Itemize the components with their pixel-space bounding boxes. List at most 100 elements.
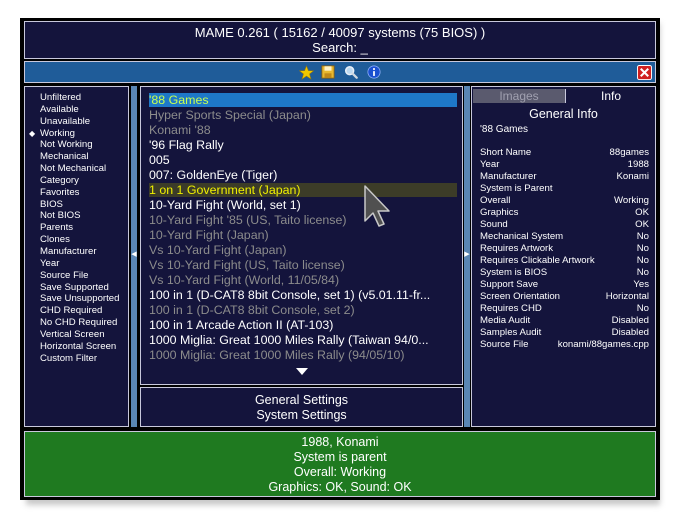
filter-item[interactable]: ◆ Working bbox=[25, 128, 128, 140]
info-row-key: Year bbox=[480, 159, 500, 170]
collapse-left-icon[interactable]: ◀ bbox=[131, 250, 137, 258]
filter-panel: Unfiltered Available Unavailable ◆ Working No… bbox=[24, 86, 129, 427]
game-list-item[interactable]: Vs 10-Yard Fight (US, Taito license) bbox=[149, 258, 457, 272]
filter-item[interactable]: Clones bbox=[25, 234, 128, 246]
filter-item[interactable]: Category bbox=[25, 175, 128, 187]
info-row-value: No bbox=[636, 303, 649, 314]
filter-item[interactable]: Not Mechanical bbox=[25, 163, 128, 175]
info-row-key: Samples Audit bbox=[480, 327, 542, 338]
filter-item-label: CHD Required bbox=[40, 305, 103, 317]
info-row-value: No bbox=[636, 267, 649, 278]
settings-panel: General Settings System Settings bbox=[140, 387, 463, 427]
save-icon[interactable] bbox=[320, 64, 336, 80]
game-list-item[interactable]: Vs 10-Yard Fight (World, 11/05/84) bbox=[149, 273, 457, 287]
game-list-item[interactable]: Konami '88 bbox=[149, 123, 457, 137]
game-list-item[interactable]: 007: GoldenEye (Tiger) bbox=[149, 168, 457, 182]
filter-item[interactable]: Custom Filter bbox=[25, 353, 128, 365]
info-row-value: Working bbox=[613, 195, 649, 206]
app-title: MAME 0.261 ( 15162 / 40097 systems (75 B… bbox=[194, 25, 486, 40]
filter-item[interactable]: Horizontal Screen bbox=[25, 341, 128, 353]
info-row-value: Disabled bbox=[611, 327, 649, 338]
filter-item[interactable]: No CHD Required bbox=[25, 317, 128, 329]
filter-item[interactable]: Parents bbox=[25, 222, 128, 234]
info-row: Manufacturer Konami bbox=[480, 171, 649, 183]
filter-item-label: Parents bbox=[40, 222, 74, 234]
info-icon[interactable] bbox=[366, 64, 382, 80]
general-settings-button[interactable]: General Settings bbox=[141, 388, 462, 408]
game-list-item[interactable]: 100 in 1 (D-CAT8 8bit Console, set 2) bbox=[149, 303, 457, 317]
right-splitter[interactable]: ▶ bbox=[464, 86, 470, 427]
scroll-down-icon[interactable] bbox=[296, 368, 308, 375]
info-row: Source File konami/88games.cpp bbox=[480, 339, 649, 351]
info-row-key: Short Name bbox=[480, 147, 532, 158]
star-icon[interactable] bbox=[298, 64, 314, 80]
filter-item[interactable]: Save Unsupported bbox=[25, 293, 128, 305]
info-row-key: Graphics bbox=[480, 207, 519, 218]
game-list-item[interactable]: 10-Yard Fight '85 (US, Taito license) bbox=[149, 213, 457, 227]
game-list-item[interactable]: 1 on 1 Government (Japan) bbox=[149, 183, 457, 197]
filter-item[interactable]: Not Working bbox=[25, 139, 128, 151]
filter-item-label: BIOS bbox=[40, 198, 63, 210]
collapse-right-icon[interactable]: ▶ bbox=[464, 250, 470, 258]
filter-item-label: Vertical Screen bbox=[40, 328, 105, 340]
filter-item-label: Unfiltered bbox=[40, 92, 82, 103]
info-panel: Images Info General Info '88 Games Short… bbox=[471, 86, 656, 427]
game-list-item[interactable]: 005 bbox=[149, 153, 457, 167]
filter-item[interactable]: Not BIOS bbox=[25, 210, 128, 222]
filter-item[interactable]: Unavailable bbox=[25, 116, 128, 128]
game-list-item[interactable]: 100 in 1 (D-CAT8 8bit Console, set 1) (v… bbox=[149, 288, 457, 302]
search-field[interactable]: Search: _ bbox=[25, 40, 655, 56]
filter-item-label: Clones bbox=[40, 234, 70, 246]
close-icon[interactable] bbox=[636, 64, 652, 80]
filter-item-label: Manufacturer bbox=[40, 245, 97, 257]
active-filter-icon: ◆ bbox=[29, 128, 36, 138]
filter-item[interactable]: Favorites bbox=[25, 187, 128, 199]
info-row: Year 1988 bbox=[480, 159, 649, 171]
game-list-item[interactable]: 10-Yard Fight (Japan) bbox=[149, 228, 457, 242]
system-settings-button[interactable]: System Settings bbox=[141, 408, 462, 423]
info-row-key: System is Parent bbox=[480, 183, 553, 194]
game-list-item[interactable]: 100 in 1 Arcade Action II (AT-103) bbox=[149, 318, 457, 332]
filter-item[interactable]: Manufacturer bbox=[25, 246, 128, 258]
header-panel: MAME 0.261 ( 15162 / 40097 systems (75 B… bbox=[24, 21, 656, 59]
info-row: Support Save Yes bbox=[480, 279, 649, 291]
filter-item-label: Mechanical bbox=[40, 151, 89, 163]
filter-item[interactable]: Vertical Screen bbox=[25, 329, 128, 341]
game-list-item[interactable]: Vs 10-Yard Fight (Japan) bbox=[149, 243, 457, 257]
info-row-value: Horizontal bbox=[605, 291, 649, 302]
game-list-item[interactable]: '88 Games bbox=[149, 93, 457, 107]
game-list-item[interactable]: 10-Yard Fight (World, set 1) bbox=[149, 198, 457, 212]
filter-item-label: Available bbox=[40, 103, 79, 115]
filter-item[interactable]: Unfiltered bbox=[25, 92, 128, 104]
filter-item-label: Save Supported bbox=[40, 281, 109, 293]
filter-item-label: Year bbox=[40, 257, 60, 269]
info-row: Overall Working bbox=[480, 195, 649, 207]
info-row-key: Sound bbox=[480, 219, 508, 230]
info-row-key: Requires Clickable Artwork bbox=[480, 255, 595, 266]
game-list-item[interactable]: 1000 Miglia: Great 1000 Miles Rally (94/… bbox=[149, 348, 457, 362]
game-list-item[interactable]: 1000 Miglia: Great 1000 Miles Rally (Tai… bbox=[149, 333, 457, 347]
game-list: '88 Games Hyper Sports Special (Japan) Kon… bbox=[140, 86, 463, 385]
filter-list: Unfiltered Available Unavailable ◆ Working No… bbox=[25, 87, 128, 364]
filter-item[interactable]: Save Supported bbox=[25, 282, 128, 294]
filter-item[interactable]: Year bbox=[25, 258, 128, 270]
game-list-item[interactable]: Hyper Sports Special (Japan) bbox=[149, 108, 457, 122]
info-row-key: Source File bbox=[480, 339, 529, 350]
toolbar bbox=[24, 61, 656, 83]
filter-item[interactable]: BIOS bbox=[25, 199, 128, 211]
info-row: Mechanical System No bbox=[480, 231, 649, 243]
filter-item[interactable]: Source File bbox=[25, 270, 128, 282]
filter-item[interactable]: Available bbox=[25, 104, 128, 116]
game-list-item[interactable]: '96 Flag Rally bbox=[149, 138, 457, 152]
info-row-key: Manufacturer bbox=[480, 171, 537, 182]
filter-item[interactable]: Mechanical bbox=[25, 151, 128, 163]
tab-images[interactable]: Images bbox=[473, 89, 565, 103]
tab-info[interactable]: Info bbox=[565, 89, 656, 103]
info-game-name: '88 Games bbox=[480, 124, 529, 135]
left-splitter[interactable]: ◀ bbox=[131, 86, 137, 427]
filter-item[interactable]: CHD Required bbox=[25, 305, 128, 317]
filter-item-label: No CHD Required bbox=[40, 317, 118, 329]
search-icon[interactable] bbox=[343, 64, 359, 80]
info-row: Requires Artwork No bbox=[480, 243, 649, 255]
status-line-overall: Overall: Working bbox=[293, 465, 387, 479]
